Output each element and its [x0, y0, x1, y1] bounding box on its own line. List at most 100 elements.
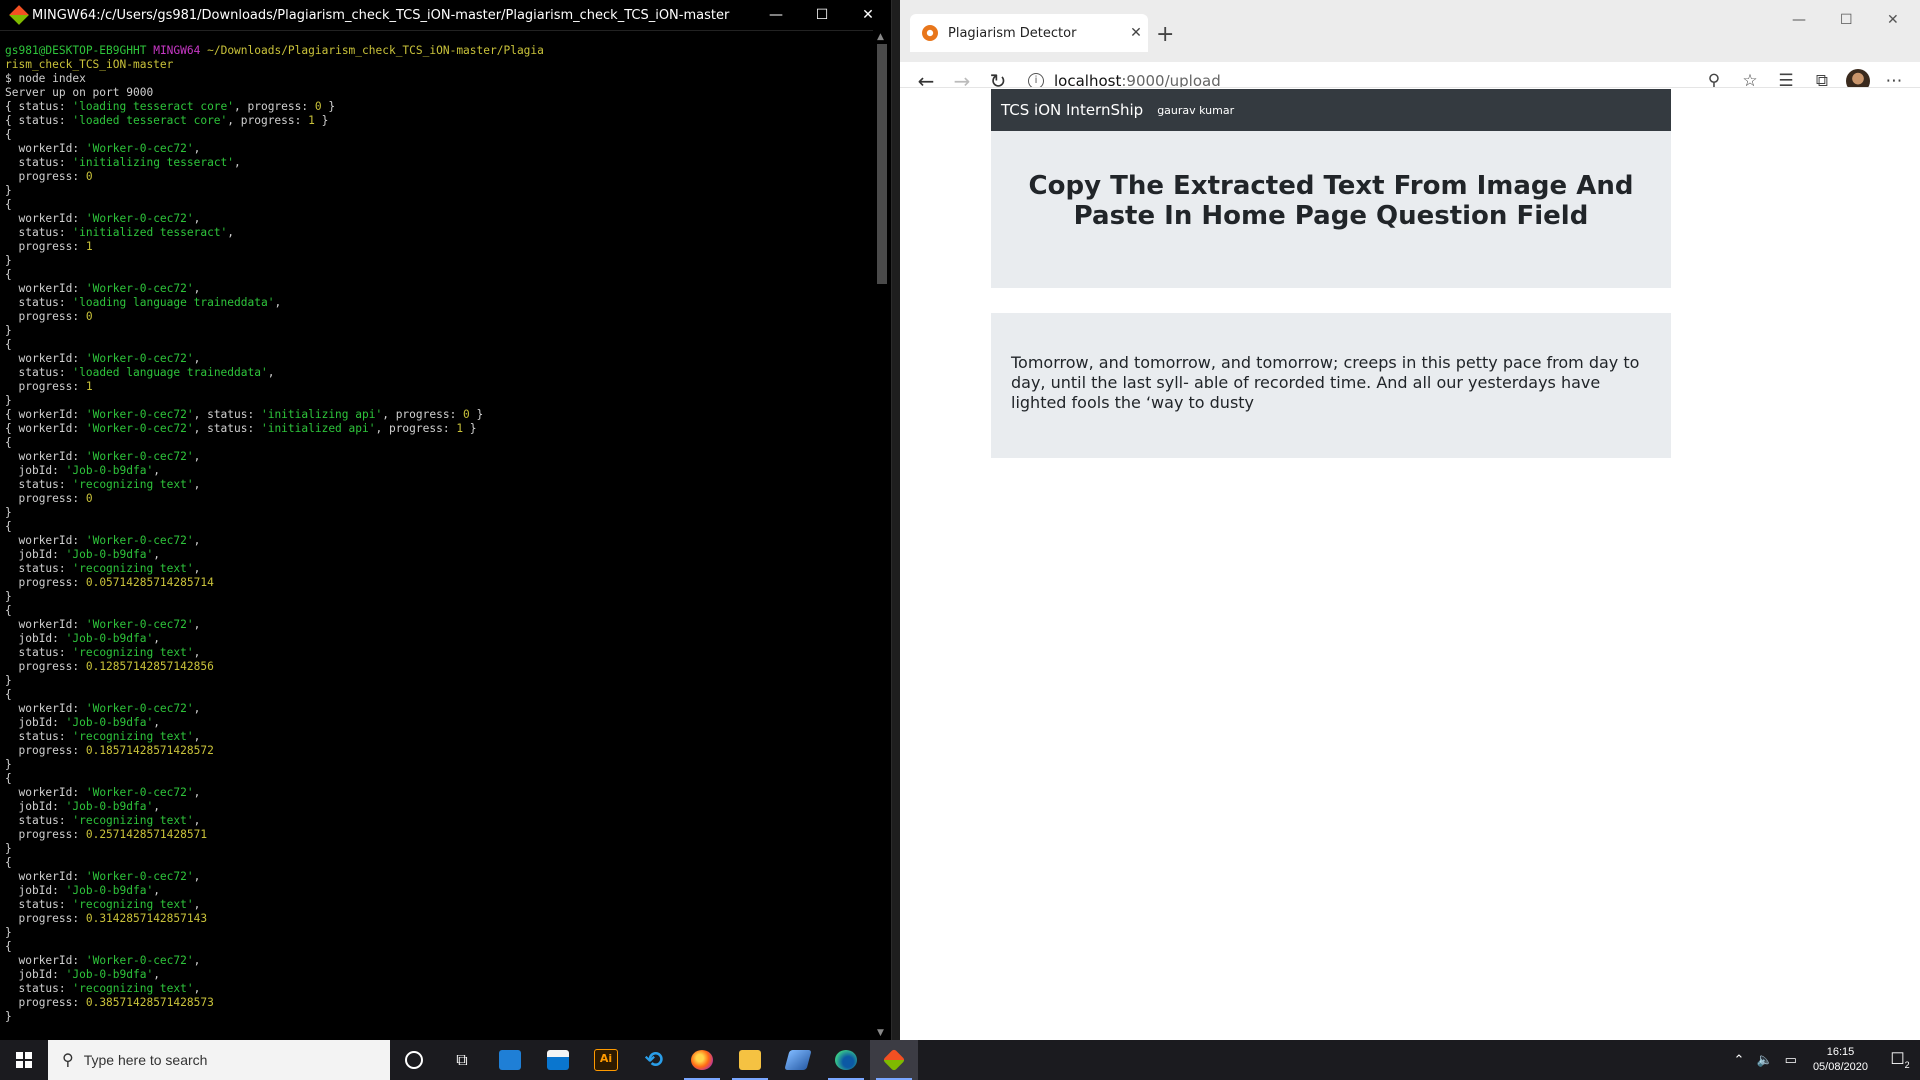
log-brace: {: [5, 520, 12, 533]
log-progress: progress: 0.3142857142857143: [18, 912, 208, 925]
git-bash-icon: [9, 5, 29, 25]
tab-close-icon[interactable]: ✕: [1124, 25, 1148, 41]
log-brace: {: [5, 856, 12, 869]
prompt-path: ~/Downloads/Plagiarism_check_TCS_iON-mas…: [207, 44, 544, 57]
scroll-up-icon[interactable]: ▲: [877, 32, 884, 42]
extracted-text-box: Tomorrow, and tomorrow, and tomorrow; cr…: [991, 313, 1671, 458]
log-status: status: 'loaded language traineddata',: [18, 366, 275, 379]
log-brace: }: [5, 324, 12, 337]
terminal-window[interactable]: MINGW64:/c/Users/gs981/Downloads/Plagiar…: [0, 0, 892, 1040]
log-brace: }: [5, 506, 12, 519]
terminal-titlebar[interactable]: MINGW64:/c/Users/gs981/Downloads/Plagiar…: [0, 0, 891, 31]
prompt-user: gs981@DESKTOP-EB9GHHT: [5, 44, 147, 57]
scroll-down-icon[interactable]: ▼: [877, 1028, 884, 1038]
log-progress: progress: 0: [18, 170, 93, 183]
log-status: status: 'recognizing text',: [18, 982, 201, 995]
firefox-icon[interactable]: [678, 1040, 726, 1080]
log-brace: {: [5, 940, 12, 953]
log-brace: }: [5, 184, 12, 197]
store-icon[interactable]: [534, 1040, 582, 1080]
start-button[interactable]: [0, 1040, 48, 1080]
navbar-brand[interactable]: TCS iON InternShip: [1001, 101, 1143, 119]
notification-center-icon[interactable]: ☐2: [1880, 1049, 1920, 1070]
log-worker-id: workerId: 'Worker-0-cec72',: [18, 702, 201, 715]
show-hidden-icons-icon[interactable]: ⌃: [1734, 1052, 1745, 1068]
browser-window[interactable]: Plagiarism Detector ✕ + — ☐ ✕ ← → ↻ i lo…: [900, 0, 1920, 1040]
tab-plagiarism-detector[interactable]: Plagiarism Detector ✕: [910, 14, 1148, 52]
battery-icon[interactable]: ▭: [1785, 1052, 1797, 1068]
terminal-output[interactable]: gs981@DESKTOP-EB9GHHT MINGW64 ~/Download…: [0, 44, 872, 1034]
log-brace: }: [5, 394, 12, 407]
extracted-text: Tomorrow, and tomorrow, and tomorrow; cr…: [1011, 353, 1640, 412]
maximize-icon[interactable]: ☐: [799, 0, 845, 30]
log-status: status: 'recognizing text',: [18, 898, 201, 911]
log-job-id: jobId: 'Job-0-b9dfa',: [18, 968, 160, 981]
log-brace: }: [5, 842, 12, 855]
clock-time: 16:15: [1826, 1046, 1855, 1058]
cortana-icon[interactable]: [390, 1040, 438, 1080]
log-progress: progress: 0.2571428571428571: [18, 828, 208, 841]
log-status: status: 'recognizing text',: [18, 562, 201, 575]
log-worker-id: workerId: 'Worker-0-cec72',: [18, 618, 201, 631]
volume-icon[interactable]: 🔈: [1756, 1052, 1772, 1068]
log-status: status: 'loading language traineddata',: [18, 296, 282, 309]
log-worker-id: workerId: 'Worker-0-cec72',: [18, 142, 201, 155]
minimize-icon[interactable]: —: [753, 0, 799, 30]
edge-icon[interactable]: [822, 1040, 870, 1080]
new-tab-icon[interactable]: +: [1156, 22, 1174, 47]
log-brace: {: [5, 436, 12, 449]
tab-strip: Plagiarism Detector ✕ + — ☐ ✕: [900, 0, 1920, 62]
mail-icon[interactable]: [486, 1040, 534, 1080]
log-job-id: jobId: 'Job-0-b9dfa',: [18, 800, 160, 813]
app-icon[interactable]: [774, 1040, 822, 1080]
page-heading: Copy The Extracted Text From Image And P…: [1028, 171, 1634, 231]
file-explorer-icon[interactable]: [726, 1040, 774, 1080]
clock[interactable]: 16:15 05/08/2020: [1813, 1045, 1868, 1075]
vscode-icon[interactable]: ⟲: [630, 1040, 678, 1080]
navbar-link-user[interactable]: gaurav kumar: [1157, 104, 1234, 117]
browser-minimize-icon[interactable]: —: [1792, 12, 1806, 28]
log-status: status: 'recognizing text',: [18, 814, 201, 827]
log-brace: {: [5, 604, 12, 617]
log-worker-id: workerId: 'Worker-0-cec72',: [18, 534, 201, 547]
firefox-favicon-icon: [922, 25, 938, 41]
system-tray: ⌃ 🔈 ▭ 16:15 05/08/2020 ☐2: [1728, 1040, 1920, 1080]
log-brace: }: [5, 674, 12, 687]
taskbar-search-input[interactable]: ⚲ Type here to search: [48, 1040, 390, 1080]
terminal-scrollbar[interactable]: ▲ ▼: [873, 30, 891, 1040]
web-page: TCS iON InternShip gaurav kumar Copy The…: [900, 87, 1920, 1028]
log-progress: progress: 0.12857142857142856: [18, 660, 214, 673]
log-status: status: 'recognizing text',: [18, 730, 201, 743]
git-bash-taskbar-icon[interactable]: [870, 1040, 918, 1080]
log-brace: {: [5, 198, 12, 211]
close-icon[interactable]: ✕: [845, 0, 891, 30]
task-view-icon[interactable]: ⧉: [438, 1040, 486, 1080]
search-placeholder: Type here to search: [83, 1052, 208, 1068]
log-brace: {: [5, 772, 12, 785]
prompt-path-cont: rism_check_TCS_iON-master: [5, 58, 174, 71]
log-status: status: 'recognizing text',: [18, 646, 201, 659]
log-brace: {: [5, 688, 12, 701]
log-progress: progress: 0.05714285714285714: [18, 576, 214, 589]
browser-maximize-icon[interactable]: ☐: [1840, 12, 1853, 28]
search-icon: ⚲: [62, 1052, 74, 1069]
windows-logo-icon: [16, 1052, 32, 1068]
status-line: { status: 'loaded tesseract core', progr…: [5, 114, 329, 127]
browser-close-icon[interactable]: ✕: [1887, 12, 1899, 28]
server-line: Server up on port 9000: [5, 86, 154, 99]
log-job-id: jobId: 'Job-0-b9dfa',: [18, 716, 160, 729]
log-job-id: jobId: 'Job-0-b9dfa',: [18, 632, 160, 645]
log-brace: {: [5, 128, 12, 141]
status-line: { status: 'loading tesseract core', prog…: [5, 100, 336, 113]
log-progress: progress: 0: [18, 310, 93, 323]
scrollbar-thumb[interactable]: [877, 44, 887, 284]
illustrator-icon[interactable]: Ai: [582, 1040, 630, 1080]
clock-date: 05/08/2020: [1812, 1061, 1868, 1073]
log-progress: progress: 0.18571428571428572: [18, 744, 214, 757]
log-brace: {: [5, 338, 12, 351]
log-worker-id: workerId: 'Worker-0-cec72',: [18, 282, 201, 295]
log-status: status: 'recognizing text',: [18, 478, 201, 491]
log-brace: }: [5, 926, 12, 939]
log-brace: }: [5, 590, 12, 603]
log-worker-id: workerId: 'Worker-0-cec72',: [18, 870, 201, 883]
